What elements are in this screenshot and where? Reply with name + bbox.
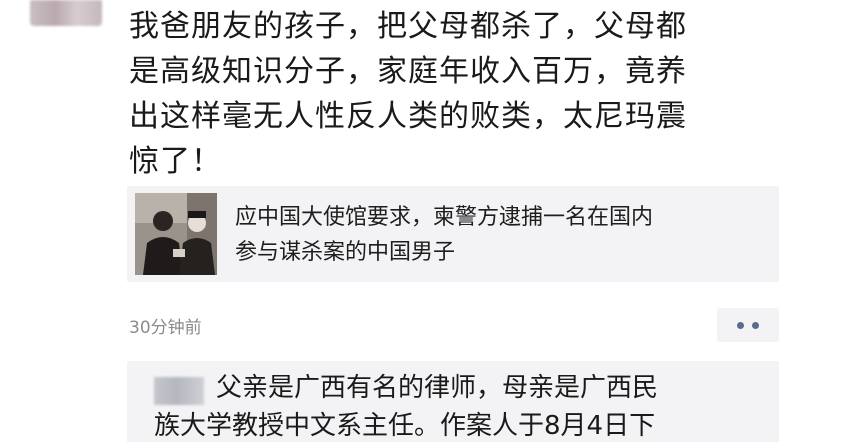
link-title: 应中国大使馆要求，柬警方逮捕一名在国内 参与谋杀案的中国男子 — [235, 205, 654, 265]
news-photo-thumbnail-icon — [135, 193, 217, 275]
comment-text: 父亲是广西有名的律师，母亲是广西民 族大学教授中文系主任。作案人于8月4日下 — [154, 373, 659, 441]
link-thumbnail — [135, 193, 217, 275]
shared-link-card[interactable]: 应中国大使馆要求，柬警方逮捕一名在国内 参与谋杀案的中国男子 — [127, 186, 779, 282]
moments-post: 我爸朋友的孩子，把父母都杀了，父母都 是高级知识分子，家庭年收入百万，竟养 出这… — [0, 0, 849, 442]
more-button[interactable] — [717, 308, 779, 342]
comments-section: 父亲是广西有名的律师，母亲是广西民 族大学教授中文系主任。作案人于8月4日下 — [127, 361, 779, 442]
more-dots-icon — [737, 321, 744, 329]
author-avatar[interactable] — [30, 0, 102, 26]
post-text: 我爸朋友的孩子，把父母都杀了，父母都 是高级知识分子，家庭年收入百万，竟养 出这… — [129, 9, 687, 179]
more-dots-icon — [752, 321, 759, 329]
post-time: 30分钟前 — [129, 318, 202, 338]
